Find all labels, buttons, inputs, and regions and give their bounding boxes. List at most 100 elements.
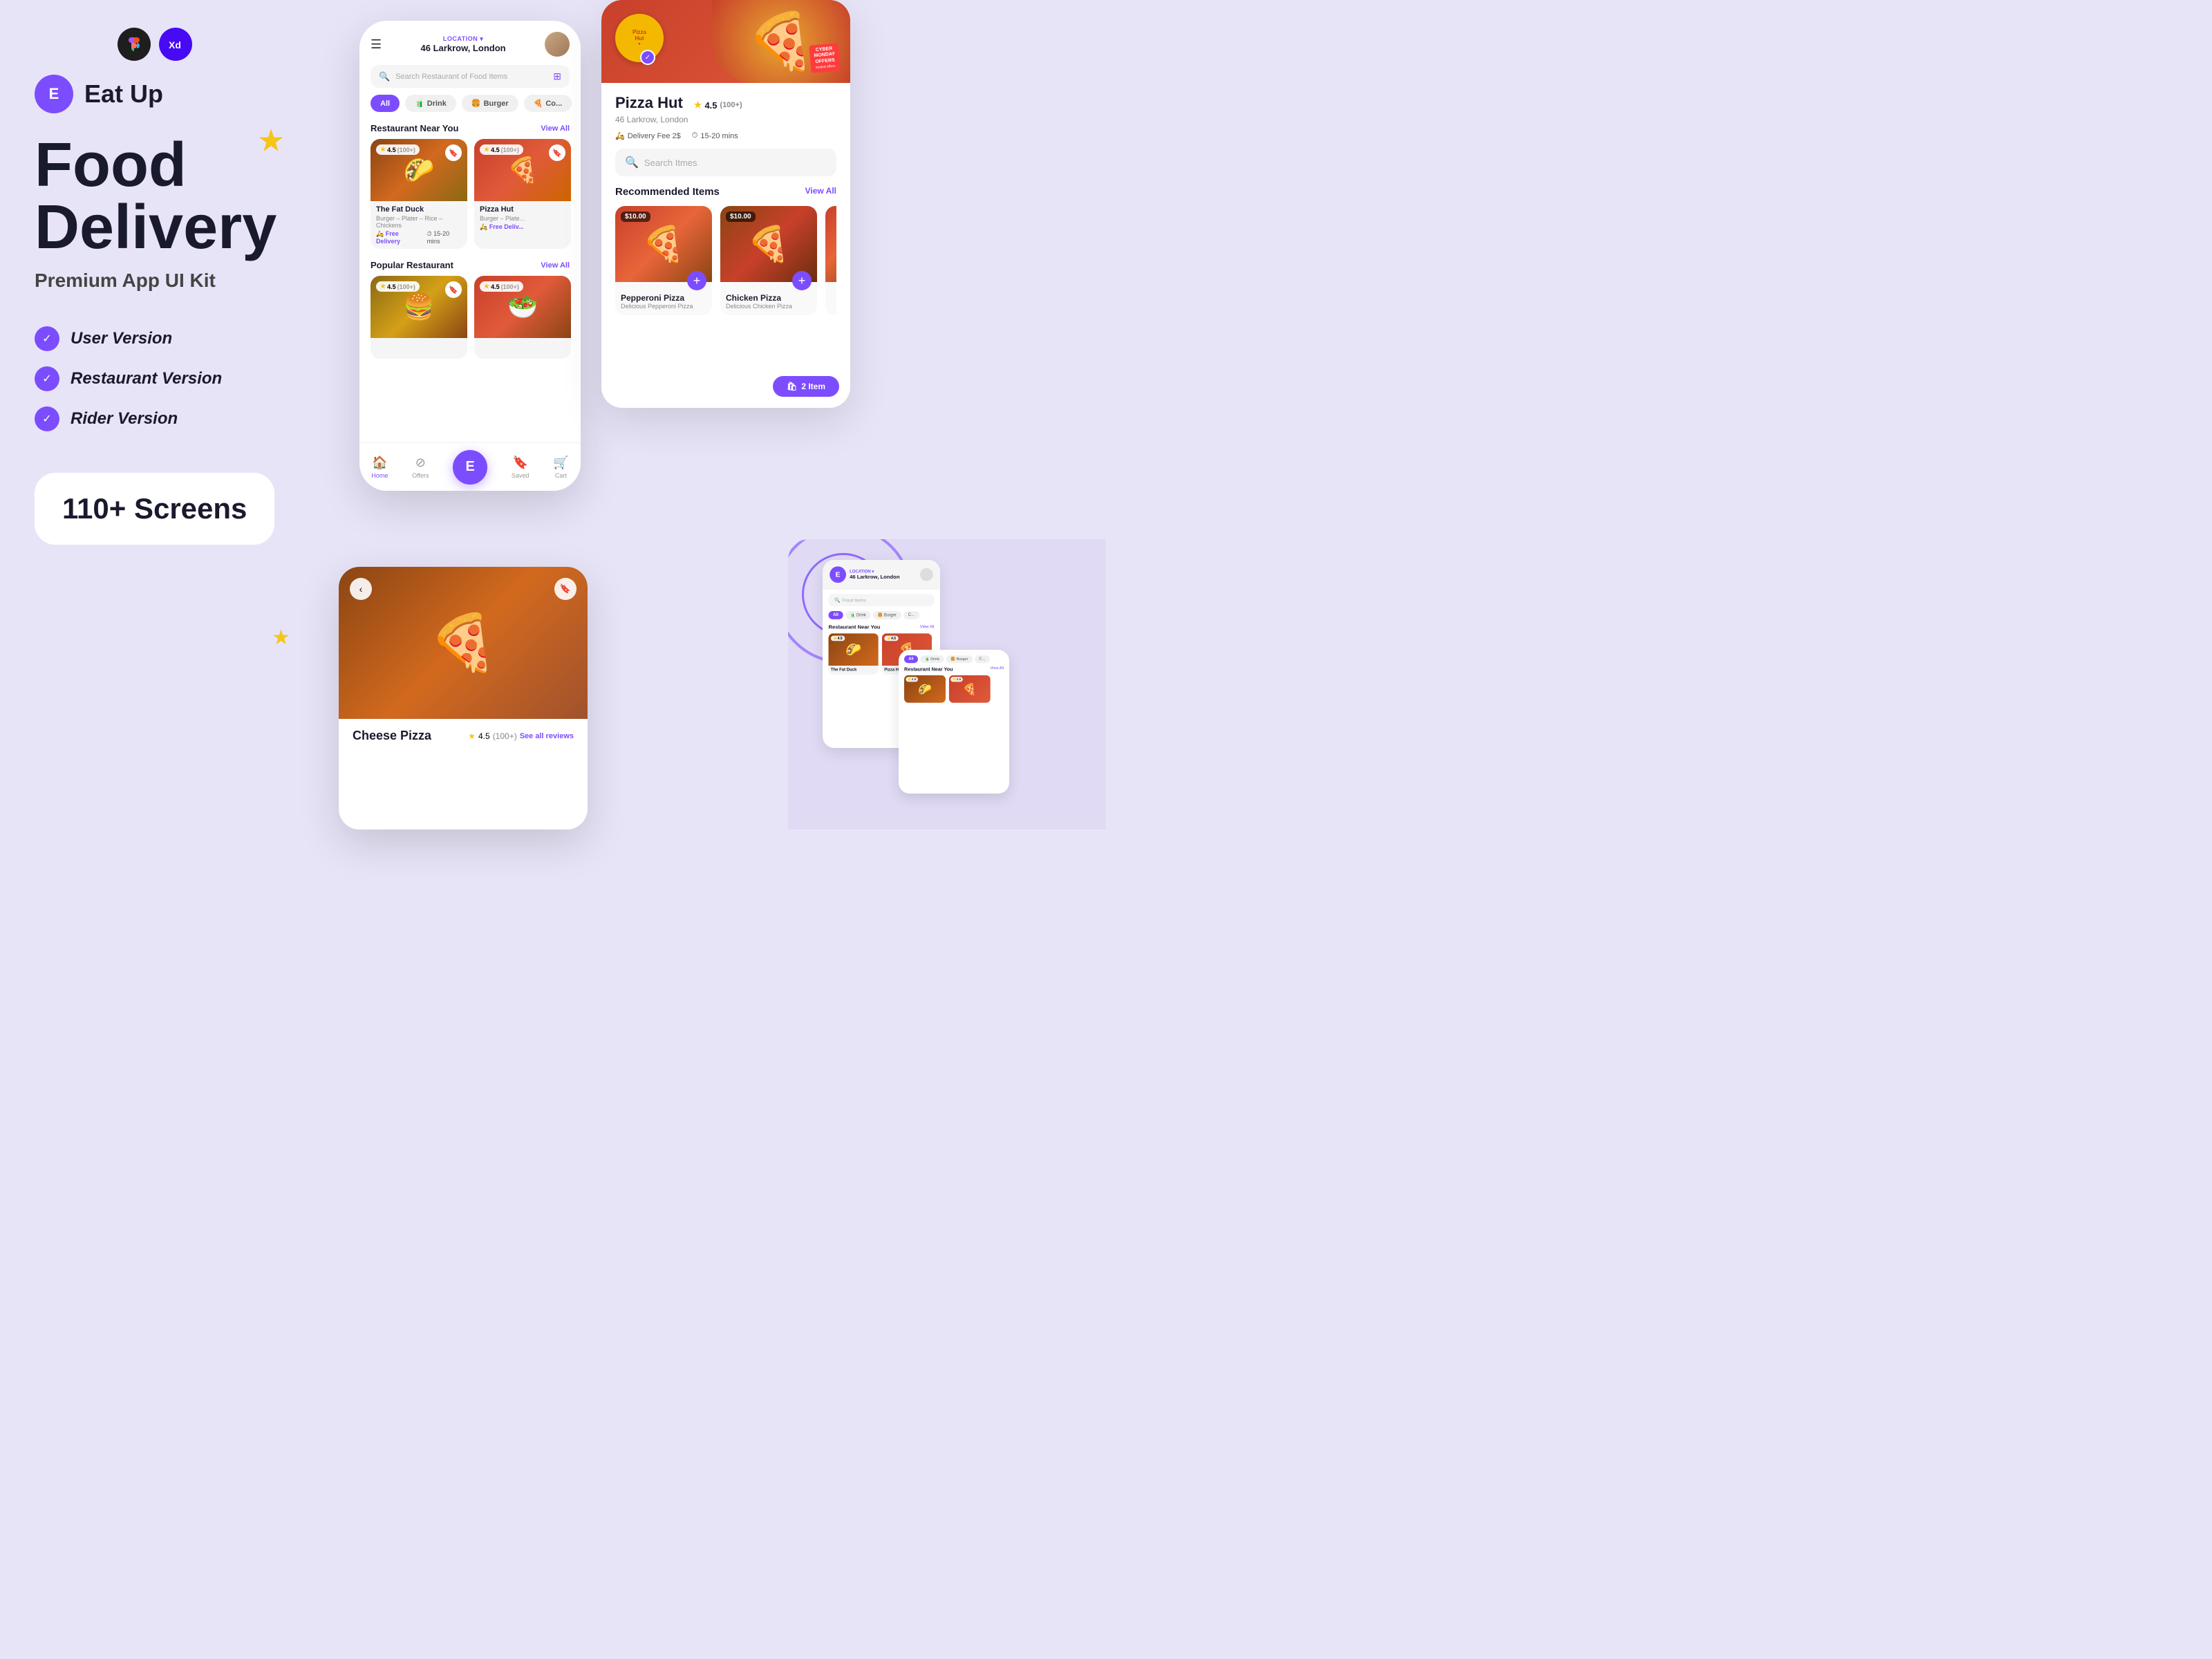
mini-cat-c: C...: [903, 611, 919, 619]
pd-pizza-name: Cheese Pizza: [353, 729, 431, 743]
nav-saved[interactable]: 🔖 Saved: [512, 456, 529, 479]
user-avatar[interactable]: [545, 32, 570, 57]
category-burger[interactable]: 🍔 Burger: [462, 95, 518, 112]
nav-cart[interactable]: 🛒 Cart: [553, 456, 568, 479]
restaurant-section-header: Restaurant Near You View All: [359, 120, 581, 139]
ph-delivery-time: ⏱ 15-20 mins: [692, 131, 738, 140]
detail-bookmark[interactable]: 🔖: [554, 578, 577, 600]
location-value: 46 Larkrow, London: [421, 43, 506, 53]
popular-card-2[interactable]: 🥗 ★ 4.5 (100+): [474, 276, 571, 359]
popular-section-title: Popular Restaurant: [371, 260, 453, 270]
mini-section-hdr: Restaurant Near You View All: [823, 624, 940, 634]
pizza-card-third[interactable]: 🍕: [825, 206, 836, 315]
pizza-cards-row: 🍕 $10.00 + Pepperoni Pizza Delicious Pep…: [615, 206, 836, 315]
figma-icon: [118, 28, 151, 61]
pizza-detail-screen: 🍕 ‹ 🔖 Cheese Pizza ★ 4.5 (100+) See all …: [339, 567, 588, 830]
mini-loc-value: 46 Larkrow, London: [850, 574, 917, 580]
chicken-add-button[interactable]: +: [792, 271, 812, 290]
location-label: LOCATION ▾: [421, 35, 506, 43]
saved-label: Saved: [512, 472, 529, 479]
delivery-icon: 🛵: [615, 131, 625, 140]
cart-bag-icon: 🛍: [787, 382, 797, 391]
mini2-rest-2: 🍕 ⭐4.5: [949, 675, 991, 703]
burger-emoji: 🍔: [471, 99, 481, 108]
mini2-cat-all: All: [904, 655, 918, 663]
brand: E Eat Up: [35, 75, 297, 113]
check-icon-rider: ✓: [35, 406, 59, 431]
mini-rest-img-1: 🌮 ⭐4.5: [829, 633, 879, 666]
ph-delivery-fee: 🛵 Delivery Fee 2$: [615, 131, 681, 140]
feature-list: ✓ User Version ✓ Restaurant Version ✓ Ri…: [35, 326, 297, 431]
left-panel: Xd E Eat Up ★ Food Delivery Premium App …: [0, 0, 332, 830]
ph-info: Pizza Hut ★ 4.5 (100+) 46 Larkrow, Londo…: [601, 83, 850, 140]
popular-view-all[interactable]: View All: [541, 261, 570, 270]
fatduck-tags: Burger – Plater – Rice – Chickens: [376, 215, 462, 229]
pizzahut-name: Pizza Hut: [480, 205, 565, 214]
mini-avatar: [920, 568, 933, 581]
feature-item-user: ✓ User Version: [35, 326, 297, 351]
star-decoration-small: ★: [272, 626, 290, 650]
fatduck-bookmark[interactable]: 🔖: [445, 144, 462, 161]
search-bar[interactable]: 🔍 Search Restaurant of Food Items ⊞: [371, 65, 570, 88]
cart-icon: 🛒: [553, 456, 568, 470]
pizza-card-pepperoni[interactable]: 🍕 $10.00 + Pepperoni Pizza Delicious Pep…: [615, 206, 712, 315]
other-emoji: 🍕: [534, 99, 543, 108]
search-icon: 🔍: [379, 71, 390, 82]
nav-home[interactable]: 🏠 Home: [371, 456, 388, 479]
restaurant-card-pizzahut[interactable]: 🍕 ★ 4.5 (100+) 🔖 Pizza Hut Burger – Plat…: [474, 139, 571, 249]
category-all[interactable]: All: [371, 95, 400, 112]
nav-offers[interactable]: ⊘ Offers: [412, 456, 429, 479]
category-other[interactable]: 🍕 Co...: [524, 95, 572, 112]
ph-view-all[interactable]: View All: [805, 186, 836, 198]
feature-label-restaurant: Restaurant Version: [71, 369, 222, 388]
mini-rating-1: ⭐4.5: [831, 636, 845, 641]
pizza-detail-image: 🍕 ‹ 🔖: [339, 567, 588, 719]
location-center: LOCATION ▾ 46 Larkrow, London: [421, 35, 506, 53]
mini2-rest-1: 🌮 ⭐4.5: [904, 675, 946, 703]
pepperoni-desc: Delicious Pepperoni Pizza: [621, 303, 706, 310]
mini-header-1: E LOCATION ▾ 46 Larkrow, London: [823, 560, 940, 590]
pizza-card-chicken[interactable]: 🍕 $10.00 + Chicken Pizza Delicious Chick…: [720, 206, 817, 315]
pepperoni-add-button[interactable]: +: [687, 271, 706, 290]
filter-icon[interactable]: ⊞: [553, 71, 561, 82]
restaurant-view-all[interactable]: View All: [541, 124, 570, 133]
bottom-nav: 🏠 Home ⊘ Offers E 🔖 Saved 🛒 Cart: [359, 442, 581, 491]
mini2-rest-img-2: 🍕 ⭐4.5: [949, 675, 991, 703]
popular-card-1[interactable]: 🍔 ★ 4.5 (100+) 🔖: [371, 276, 467, 359]
restaurant-section-title: Restaurant Near You: [371, 123, 458, 133]
pizzahut-image: 🍕 ★ 4.5 (100+) 🔖: [474, 139, 571, 201]
mini2-cat-burger: 🍔 Burger: [946, 655, 973, 663]
screens-count: 110+ Screens: [62, 492, 247, 525]
category-drink[interactable]: 🧃 Drink: [405, 95, 456, 112]
fatduck-meta: 🛵 Free Delivery ⏱ 15-20 mins: [376, 230, 462, 245]
back-button[interactable]: ‹: [350, 578, 372, 600]
nav-center-button[interactable]: E: [453, 450, 487, 485]
mini2-view-all: View All: [990, 666, 1004, 672]
feature-item-restaurant: ✓ Restaurant Version: [35, 366, 297, 391]
cart-button[interactable]: 🛍 2 Item: [773, 376, 839, 397]
restaurant-card-fatduck[interactable]: 🌮 ★ 4.5 (100+) 🔖 The Fat Duck Burger – P…: [371, 139, 467, 249]
pd-name-row: Cheese Pizza ★ 4.5 (100+) See all review…: [353, 729, 574, 743]
check-icon-restaurant: ✓: [35, 366, 59, 391]
pizzahut-bookmark[interactable]: 🔖: [549, 144, 565, 161]
ph-search-bar[interactable]: 🔍 Search Itmes: [615, 149, 836, 176]
pizzahut-delivery: 🛵 Free Deliv...: [480, 223, 524, 231]
pizzahut-rating: ★ 4.5 (100+): [480, 144, 523, 155]
mini-search-icon: 🔍: [834, 597, 840, 603]
mini-search-text: Food Items: [843, 597, 866, 603]
other-label: Co...: [545, 100, 562, 108]
ph-search-icon: 🔍: [625, 156, 639, 169]
hamburger-icon[interactable]: ☰: [371, 37, 382, 52]
popular-bookmark-1[interactable]: 🔖: [445, 281, 462, 298]
mini-location: LOCATION ▾ 46 Larkrow, London: [850, 569, 917, 579]
offers-icon: ⊘: [415, 456, 426, 470]
offers-label: Offers: [412, 472, 429, 479]
mini2-rating: ⭐4.5: [906, 677, 917, 682]
brand-letter: E: [49, 85, 59, 103]
pepperoni-image: 🍕 $10.00 +: [615, 206, 712, 282]
see-reviews-link[interactable]: See all reviews: [520, 732, 574, 740]
pizza-hut-screen: 🍕 Pizza Hut ● ✓ CYBER MONDAY OFFERS limi…: [601, 0, 850, 408]
mini-search-area: 🔍 Food Items: [823, 590, 940, 611]
ph-address: 46 Larkrow, London: [615, 115, 836, 124]
phone-topbar: ☰ LOCATION ▾ 46 Larkrow, London: [359, 21, 581, 62]
